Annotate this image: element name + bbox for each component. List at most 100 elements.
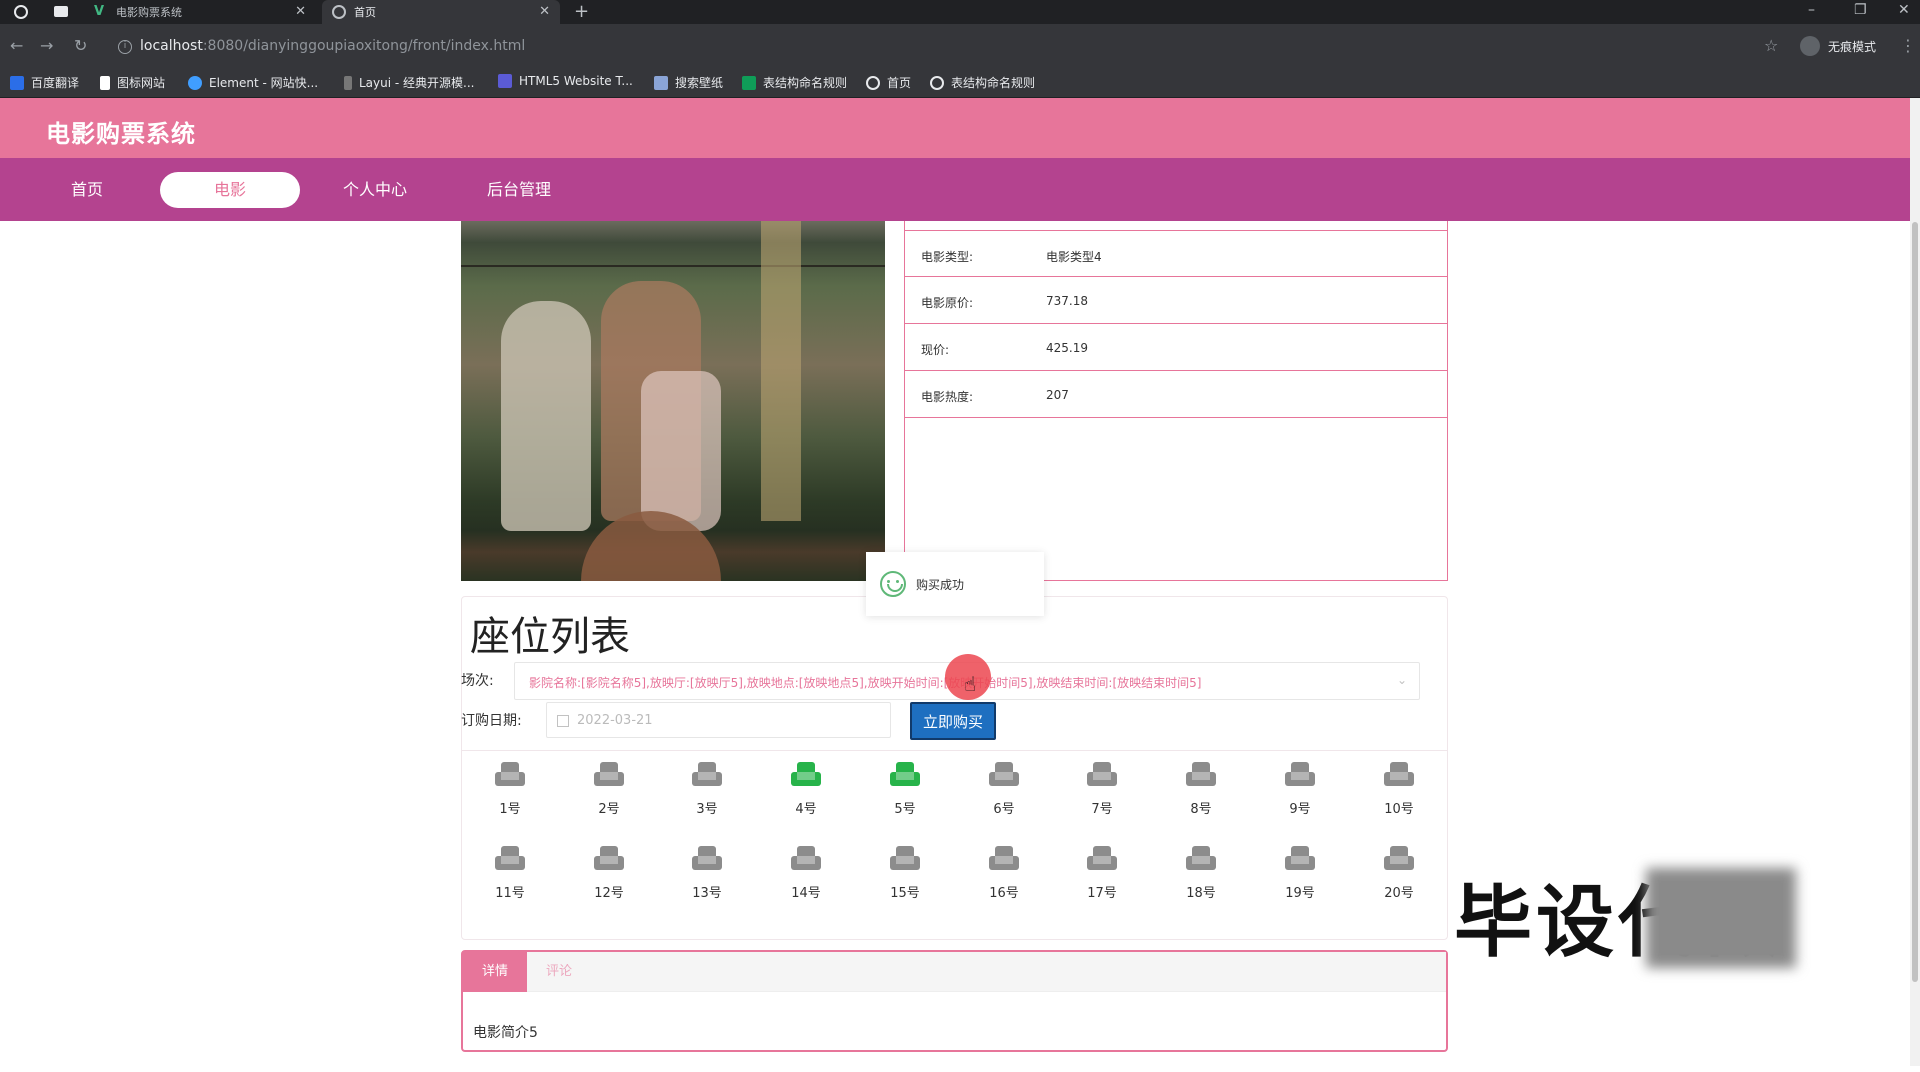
main-nav: 首页 电影 个人中心 后台管理 xyxy=(0,158,1910,221)
seat-icon xyxy=(594,846,624,872)
new-tab-icon[interactable]: + xyxy=(574,1,589,22)
seat-icon xyxy=(1285,846,1315,872)
detail-value: 电影类型4 xyxy=(1046,250,1102,264)
nav-personal-center[interactable]: 个人中心 xyxy=(305,172,445,208)
bookmark-label: 百度翻译 xyxy=(31,76,80,90)
info-icon[interactable]: i xyxy=(118,40,132,54)
seat[interactable]: 1号 xyxy=(480,762,540,817)
bookmark-item[interactable]: 图标网站 xyxy=(100,74,165,91)
globe-icon xyxy=(332,5,346,19)
detail-key: 电影原价: xyxy=(921,296,974,310)
seat-icon xyxy=(1285,762,1315,788)
seat[interactable]: 10号 xyxy=(1369,762,1429,817)
close-window-icon[interactable]: ✕ xyxy=(1898,2,1910,18)
flag-icon xyxy=(100,75,110,90)
browser-tab[interactable]: V 电影购票系统 ✕ xyxy=(84,0,316,24)
nav-home[interactable]: 首页 xyxy=(17,172,157,208)
calendar-icon xyxy=(557,715,569,727)
vue-icon: V xyxy=(94,4,105,19)
buy-now-button[interactable]: 立即购买 xyxy=(910,702,996,740)
seat-number: 18号 xyxy=(1186,886,1216,901)
order-date-input[interactable]: 2022-03-21 xyxy=(546,702,891,738)
seat[interactable]: 8号 xyxy=(1171,762,1231,817)
bookmark-item[interactable]: 表结构命名规则 xyxy=(930,74,1035,91)
seat-number: 15号 xyxy=(890,886,920,901)
seat[interactable]: 19号 xyxy=(1270,846,1330,901)
seat[interactable]: 15号 xyxy=(875,846,935,901)
browser-tab-active[interactable]: 首页 ✕ xyxy=(322,0,560,24)
profile-button[interactable]: 无痕模式 xyxy=(1800,36,1876,56)
site-title: 电影购票系统 xyxy=(46,120,196,148)
url-path: :8080/dianyinggoupiaoxitong/front/index.… xyxy=(202,38,526,54)
seat[interactable]: 3号 xyxy=(677,762,737,817)
site-header: 电影购票系统 xyxy=(0,98,1910,158)
bookmark-star-icon[interactable]: ☆ xyxy=(1764,36,1778,55)
seat-number: 6号 xyxy=(993,802,1015,817)
movie-intro: 电影简介5 xyxy=(473,1025,538,1041)
movie-info-tabs: 详情 评论 电影简介5 xyxy=(461,950,1448,1052)
seat[interactable]: 9号 xyxy=(1270,762,1330,817)
detail-value: 207 xyxy=(1046,388,1069,402)
bookmark-item[interactable]: Layui - 经典开源模... xyxy=(344,74,474,91)
seat-number: 12号 xyxy=(594,886,624,901)
seat[interactable]: 13号 xyxy=(677,846,737,901)
detail-row: 电影原价: 737.18 xyxy=(905,277,1447,324)
seat-number: 1号 xyxy=(499,802,521,817)
smile-icon xyxy=(880,571,906,597)
window-icon[interactable] xyxy=(54,6,68,17)
detail-value: 425.19 xyxy=(1046,341,1088,355)
seat-number: 9号 xyxy=(1289,802,1311,817)
forward-icon[interactable]: → xyxy=(40,36,53,55)
seat[interactable]: 7号 xyxy=(1072,762,1132,817)
detail-key: 电影热度: xyxy=(921,390,974,404)
tab-comments[interactable]: 评论 xyxy=(527,952,591,992)
seat[interactable]: 6号 xyxy=(974,762,1034,817)
seat-icon xyxy=(1186,762,1216,788)
nav-movie[interactable]: 电影 xyxy=(160,172,300,208)
bookmark-item[interactable]: Element - 网站快... xyxy=(188,74,318,91)
bookmark-label: HTML5 Website T... xyxy=(519,74,633,88)
bookmarks-bar: 百度翻译 图标网站 Element - 网站快... Layui - 经典开源模… xyxy=(0,68,1920,98)
seat[interactable]: 20号 xyxy=(1369,846,1429,901)
seat[interactable]: 16号 xyxy=(974,846,1034,901)
reload-icon[interactable]: ↻ xyxy=(74,36,87,55)
bookmark-item[interactable]: 百度翻译 xyxy=(10,74,79,91)
chrome-icon xyxy=(14,5,28,19)
seat-number: 3号 xyxy=(696,802,718,817)
scrollbar-thumb[interactable] xyxy=(1912,222,1918,982)
seat-icon xyxy=(791,846,821,872)
detail-row: 电影类型: 电影类型4 xyxy=(905,230,1447,277)
seat[interactable]: 5号 xyxy=(875,762,935,817)
seat[interactable]: 17号 xyxy=(1072,846,1132,901)
close-icon[interactable]: ✕ xyxy=(539,4,550,19)
minimize-icon[interactable]: – xyxy=(1808,2,1815,18)
seat[interactable]: 18号 xyxy=(1171,846,1231,901)
restore-icon[interactable]: ❐ xyxy=(1854,2,1867,18)
bookmark-item[interactable]: 表结构命名规则 xyxy=(742,74,847,91)
globe-icon xyxy=(866,75,880,90)
success-toast: 购买成功 xyxy=(866,552,1044,616)
nav-admin[interactable]: 后台管理 xyxy=(449,172,589,208)
close-icon[interactable]: ✕ xyxy=(295,4,306,19)
seat[interactable]: 11号 xyxy=(480,846,540,901)
bookmark-label: 表结构命名规则 xyxy=(763,76,848,90)
bookmark-label: Element - 网站快... xyxy=(209,76,319,90)
bookmark-item[interactable]: 首页 xyxy=(866,74,911,91)
seat[interactable]: 12号 xyxy=(579,846,639,901)
menu-icon[interactable]: ⋮ xyxy=(1900,36,1916,55)
tabs-header: 详情 评论 xyxy=(463,952,1446,992)
seat-number: 5号 xyxy=(894,802,916,817)
bookmark-item[interactable]: HTML5 Website T... xyxy=(498,74,633,88)
seat[interactable]: 14号 xyxy=(776,846,836,901)
seat[interactable]: 2号 xyxy=(579,762,639,817)
url-field[interactable]: localhost:8080/dianyinggoupiaoxitong/fro… xyxy=(140,38,525,54)
tab-details[interactable]: 详情 xyxy=(463,952,527,992)
seat-icon xyxy=(495,762,525,788)
seat[interactable]: 4号 xyxy=(776,762,836,817)
seat-number: 14号 xyxy=(791,886,821,901)
seat-icon xyxy=(989,762,1019,788)
translate-icon xyxy=(10,75,24,90)
bookmark-item[interactable]: 搜索壁纸 xyxy=(654,74,723,91)
back-icon[interactable]: ← xyxy=(10,36,23,55)
seat-icon xyxy=(594,762,624,788)
